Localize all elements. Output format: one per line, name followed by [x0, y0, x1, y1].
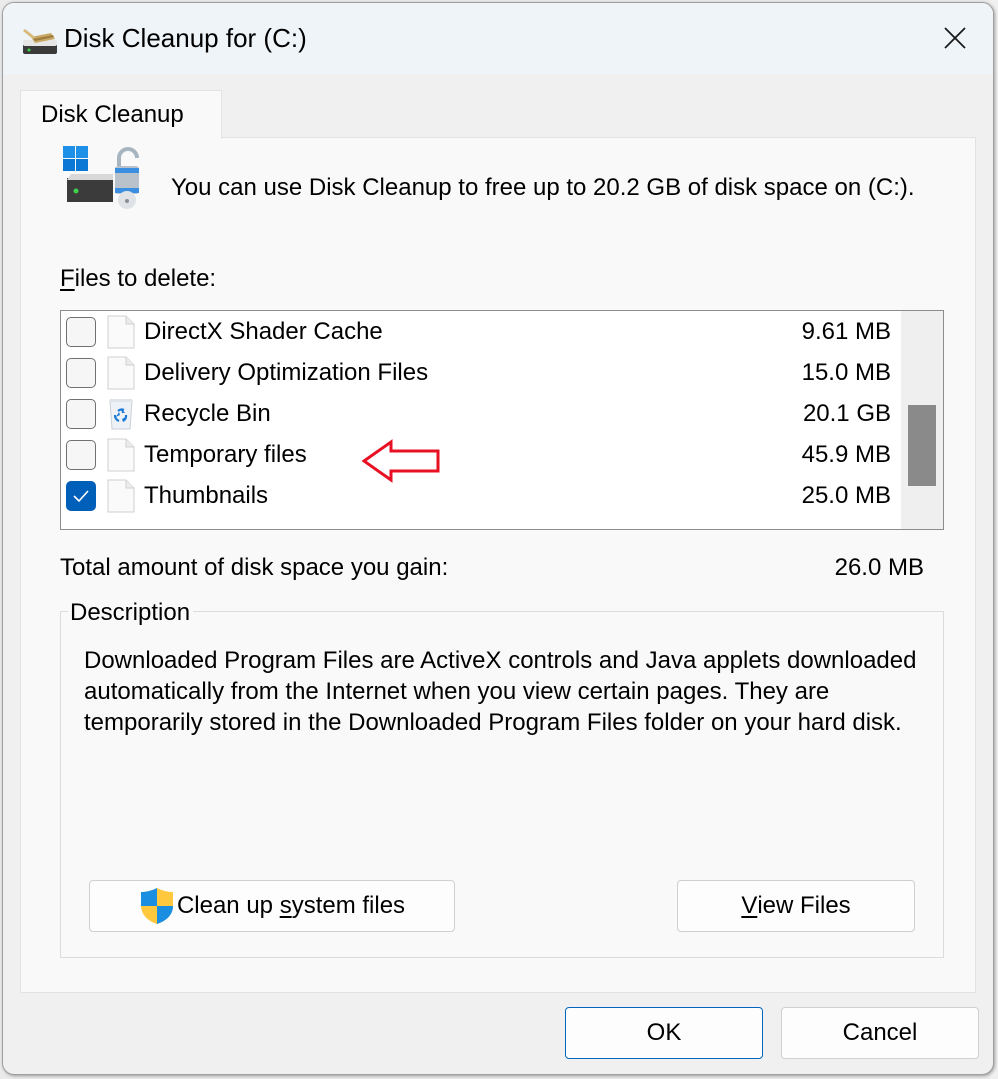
checkbox-directx-shader-cache[interactable]	[66, 317, 96, 347]
intro-text: You can use Disk Cleanup to free up to 2…	[171, 174, 915, 201]
tab-disk-cleanup[interactable]: Disk Cleanup	[20, 90, 222, 139]
tab-panel-disk-cleanup: You can use Disk Cleanup to free up to 2…	[20, 137, 976, 993]
cleanup-label-post: ystem files	[291, 892, 406, 919]
red-arrow-annotation-icon	[362, 439, 440, 483]
item-name: DirectX Shader Cache	[144, 318, 383, 345]
scrollbar-thumb[interactable]	[908, 405, 936, 486]
title-bar: Disk Cleanup for (C:)	[3, 3, 993, 74]
drive-unlock-icon	[63, 146, 139, 209]
total-space-value: 26.0 MB	[834, 554, 924, 581]
item-size: 25.0 MB	[801, 482, 891, 509]
list-item-temporary-files[interactable]: Temporary files 45.9 MB	[61, 434, 901, 475]
cleanup-label-accelerator: s	[279, 892, 292, 919]
files-label-text: iles to delete:	[74, 265, 217, 292]
item-size: 9.61 MB	[801, 318, 891, 345]
files-to-delete-list[interactable]: DirectX Shader Cache 9.61 MB Delivery Op…	[60, 310, 944, 530]
description-legend: Description	[68, 599, 194, 627]
checkbox-thumbnails[interactable]	[66, 481, 96, 511]
disk-cleanup-broom-icon	[23, 29, 57, 54]
close-button[interactable]	[927, 15, 983, 61]
file-icon	[107, 315, 135, 349]
window-title: Disk Cleanup for (C:)	[64, 23, 307, 53]
checkbox-temporary-files[interactable]	[66, 440, 96, 470]
uac-shield-icon	[140, 888, 173, 924]
list-item-thumbnails[interactable]: Thumbnails 25.0 MB	[61, 475, 901, 516]
vertical-scrollbar[interactable]	[901, 311, 943, 529]
ok-button[interactable]: OK	[565, 1007, 763, 1059]
view-label-rest: iew Files	[757, 892, 851, 919]
cleanup-label-pre: Clean up	[176, 892, 280, 919]
view-files-button[interactable]: View Files	[677, 880, 915, 932]
checkbox-recycle-bin[interactable]	[66, 399, 96, 429]
item-size: 15.0 MB	[801, 359, 891, 386]
list-item-directx-shader-cache[interactable]: DirectX Shader Cache 9.61 MB	[61, 311, 901, 352]
description-text: Downloaded Program Files are ActiveX con…	[84, 647, 917, 736]
checkbox-delivery-optimization-files[interactable]	[66, 358, 96, 388]
item-name: Delivery Optimization Files	[144, 359, 429, 386]
item-name: Recycle Bin	[144, 400, 271, 427]
item-size: 45.9 MB	[801, 441, 891, 468]
item-name: Temporary files	[144, 441, 307, 468]
disk-cleanup-dialog: Disk Cleanup for (C:) Disk Cleanup You c…	[2, 2, 994, 1075]
checkmark-icon	[73, 490, 89, 503]
files-to-delete-label: Files to delete:	[60, 265, 216, 293]
list-item-recycle-bin[interactable]: Recycle Bin 20.1 GB	[61, 393, 901, 434]
file-icon	[107, 479, 135, 513]
file-icon	[107, 438, 135, 472]
file-icon	[107, 356, 135, 390]
files-label-accelerator: F	[60, 265, 75, 292]
recycle-bin-icon	[109, 399, 133, 430]
item-name: Thumbnails	[144, 482, 269, 509]
total-space-label: Total amount of disk space you gain:	[60, 554, 449, 581]
item-size: 20.1 GB	[802, 400, 891, 427]
view-label-accelerator: V	[741, 892, 758, 919]
clean-up-system-files-button[interactable]: Clean up s ystem files	[89, 880, 455, 932]
close-icon	[944, 27, 966, 49]
cancel-button[interactable]: Cancel	[781, 1007, 979, 1059]
list-item-delivery-optimization-files[interactable]: Delivery Optimization Files 15.0 MB	[61, 352, 901, 393]
